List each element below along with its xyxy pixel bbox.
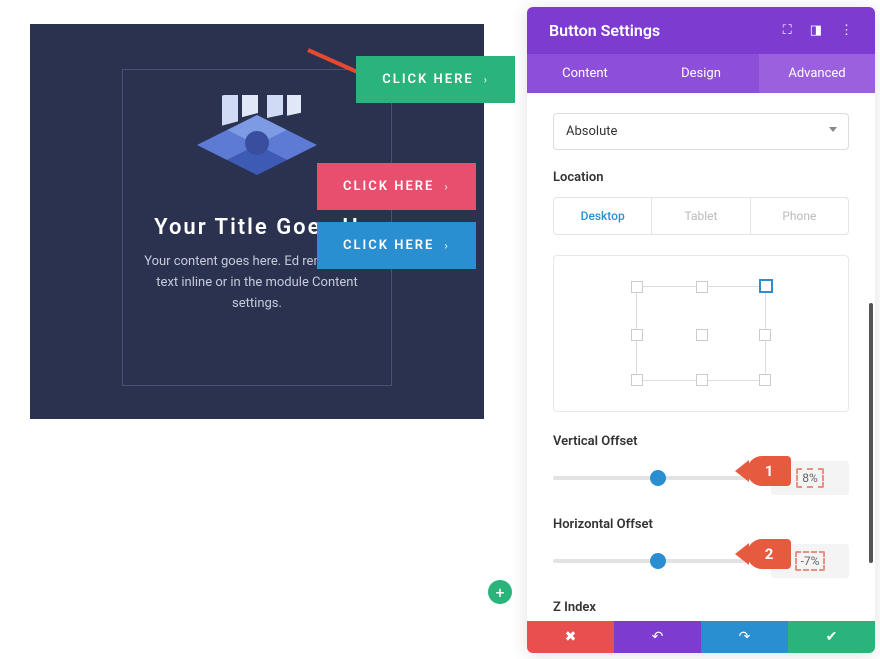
chevron-right-icon: ›: [444, 180, 449, 193]
z-index-row: Z Index 0: [553, 600, 849, 621]
vertical-offset-row: Vertical Offset 8% 1: [553, 434, 849, 495]
origin-mid-right[interactable]: [759, 329, 771, 341]
button-blue[interactable]: CLICK HERE ›: [317, 222, 476, 269]
tab-advanced[interactable]: Advanced: [759, 54, 875, 93]
button-label: CLICK HERE: [343, 179, 434, 194]
origin-bottom-right[interactable]: [759, 374, 771, 386]
button-label: CLICK HERE: [343, 238, 434, 253]
origin-top-right[interactable]: [759, 279, 773, 293]
horizontal-offset-row: Horizontal Offset -7% 2: [553, 517, 849, 578]
snap-icon[interactable]: ◨: [810, 23, 822, 38]
tabs: Content Design Advanced: [527, 54, 875, 93]
undo-icon: ↶: [652, 629, 664, 645]
horizontal-offset-slider[interactable]: [553, 559, 759, 563]
vertical-offset-slider[interactable]: [553, 476, 759, 480]
button-pink[interactable]: CLICK HERE ›: [317, 163, 476, 210]
origin-center[interactable]: [696, 329, 708, 341]
origin-bottom-center[interactable]: [696, 374, 708, 386]
scrollbar[interactable]: [869, 303, 873, 563]
cancel-button[interactable]: ✖: [527, 621, 614, 653]
slider-thumb[interactable]: [650, 470, 666, 486]
button-green[interactable]: CLICK HERE ›: [356, 56, 515, 103]
panel-footer: ✖ ↶ ↷ ✔: [527, 621, 875, 653]
origin-grid[interactable]: [636, 286, 766, 381]
position-select[interactable]: Absolute: [553, 113, 849, 150]
z-index-label: Z Index: [553, 600, 849, 615]
chevron-right-icon: ›: [484, 73, 489, 86]
more-icon[interactable]: ⋮: [840, 23, 853, 38]
origin-bottom-left[interactable]: [631, 374, 643, 386]
tab-design[interactable]: Design: [643, 54, 759, 93]
vertical-offset-value[interactable]: 8%: [771, 461, 849, 495]
slider-thumb[interactable]: [650, 553, 666, 569]
horizontal-offset-label: Horizontal Offset: [553, 517, 849, 532]
origin-top-left[interactable]: [631, 281, 643, 293]
editor-canvas: Your Title Goes H Your content goes here…: [30, 24, 484, 419]
chevron-right-icon: ›: [444, 239, 449, 252]
origin-mid-left[interactable]: [631, 329, 643, 341]
expand-icon[interactable]: ⛶: [783, 23, 792, 38]
seg-desktop[interactable]: Desktop: [554, 198, 652, 234]
check-icon: ✔: [826, 629, 838, 645]
isometric-graphic: [187, 95, 327, 195]
horizontal-offset-value[interactable]: -7%: [771, 544, 849, 578]
redo-button[interactable]: ↷: [701, 621, 788, 653]
plus-icon: +: [495, 583, 504, 602]
tab-content[interactable]: Content: [527, 54, 643, 93]
button-label: CLICK HERE: [382, 72, 473, 87]
save-button[interactable]: ✔: [788, 621, 875, 653]
panel-body: Absolute Location Desktop Tablet Phone V…: [527, 93, 875, 621]
seg-phone[interactable]: Phone: [751, 198, 848, 234]
position-select-wrap[interactable]: Absolute: [553, 113, 849, 150]
add-module-fab[interactable]: +: [488, 580, 512, 604]
origin-top-center[interactable]: [696, 281, 708, 293]
close-icon: ✖: [565, 629, 577, 645]
vertical-offset-label: Vertical Offset: [553, 434, 849, 449]
panel-header: Button Settings ⛶ ◨ ⋮ Content Design Adv…: [527, 7, 875, 93]
settings-panel: Button Settings ⛶ ◨ ⋮ Content Design Adv…: [527, 7, 875, 653]
origin-grid-box: [553, 255, 849, 412]
redo-icon: ↷: [739, 629, 751, 645]
panel-title: Button Settings: [549, 21, 660, 40]
undo-button[interactable]: ↶: [614, 621, 701, 653]
seg-tablet[interactable]: Tablet: [652, 198, 750, 234]
location-label: Location: [553, 170, 849, 185]
device-segments: Desktop Tablet Phone: [553, 197, 849, 235]
